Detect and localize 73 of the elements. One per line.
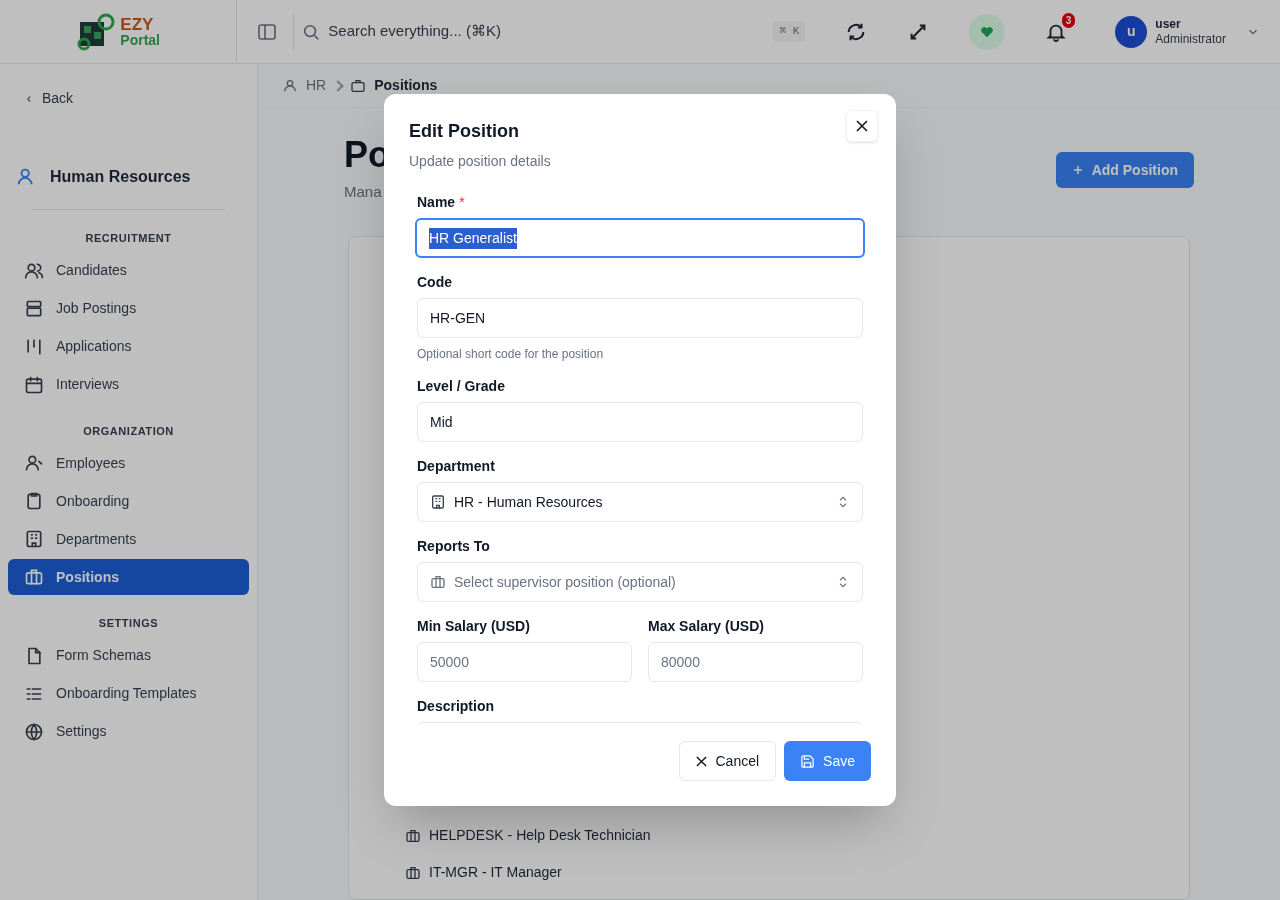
logo-subtext: Portal	[120, 33, 160, 47]
user-icon	[24, 453, 44, 473]
field-label: Code	[417, 273, 452, 292]
field-label: Level / Grade	[417, 377, 505, 396]
nav-item[interactable]: Onboarding Templates	[8, 675, 249, 712]
user-name: user	[1155, 16, 1182, 32]
health-button[interactable]	[969, 13, 1006, 50]
save-button[interactable]: Save	[784, 741, 871, 781]
position-item[interactable]: IT-MGR - IT Manager	[429, 862, 562, 883]
building-icon	[430, 494, 446, 510]
search-field[interactable]: Search everything... (⌘K) ⌘ K	[293, 13, 814, 50]
plus-icon	[1071, 164, 1084, 176]
nav-item[interactable]: Interviews	[8, 366, 249, 403]
nav-item[interactable]: Applications	[8, 328, 249, 365]
select-field[interactable]: Select supervisor position (optional)	[417, 562, 863, 602]
input-field[interactable]: HR-GEN	[417, 298, 863, 338]
nav-item[interactable]: Positions	[8, 559, 249, 595]
nav-item[interactable]: Job Postings	[8, 290, 249, 327]
close-icon	[856, 120, 868, 132]
shortcut-key: ⌘ K	[773, 21, 806, 42]
calendar-icon	[24, 374, 44, 395]
globe-icon	[24, 721, 44, 742]
breadcrumb-current: Positions	[374, 76, 438, 95]
clipboard-icon	[24, 491, 44, 511]
nav-item[interactable]: Employees	[8, 445, 249, 481]
input-field[interactable]: 50000	[417, 642, 632, 682]
nav-item[interactable]: Settings	[8, 713, 249, 750]
user-icon	[282, 77, 298, 94]
field-label: Name	[417, 193, 456, 212]
logo-text: EZY	[120, 16, 155, 33]
input-field[interactable]: HR Generalist	[415, 218, 865, 258]
section-heading: RECRUITMENT	[84, 231, 173, 246]
field-label: Department	[417, 457, 495, 476]
user-avatar[interactable]: u	[1115, 15, 1148, 48]
back-link[interactable]: Back	[8, 88, 249, 109]
field-label: Description	[417, 697, 494, 716]
field-label: Max Salary (USD)	[648, 617, 764, 636]
sidebar-toggle-icon[interactable]	[257, 21, 278, 42]
briefcase-icon	[24, 567, 44, 587]
field-label: Reports To	[417, 537, 490, 556]
field-label: Min Salary (USD)	[417, 617, 530, 636]
position-item[interactable]: HELPDESK - Help Desk Technician	[429, 825, 651, 846]
required-mark: *	[459, 193, 465, 212]
save-icon	[800, 753, 816, 769]
heart-icon	[980, 24, 995, 39]
breadcrumb-link[interactable]: HR	[306, 75, 327, 96]
search-icon	[302, 22, 321, 41]
logo-icon	[76, 11, 117, 52]
page-subtitle: Mana	[344, 182, 383, 202]
module-title: Human Resources	[50, 167, 191, 187]
building-icon	[24, 529, 44, 549]
dialog-subtitle: Update position details	[409, 152, 552, 171]
section-heading: SETTINGS	[97, 616, 160, 631]
briefcase-icon	[350, 77, 367, 94]
briefcase-icon	[430, 574, 446, 590]
close-button[interactable]	[846, 110, 878, 142]
briefcase-icon	[405, 827, 421, 844]
notification-count: 3	[1061, 12, 1076, 28]
briefcase-icon	[405, 864, 421, 881]
field-hint: Optional short code for the position	[417, 346, 605, 362]
stack-icon	[24, 298, 44, 319]
user-role: Administrator	[1155, 31, 1226, 47]
nav-item[interactable]: Form Schemas	[8, 637, 249, 674]
cancel-button[interactable]: Cancel	[679, 741, 777, 781]
input-field[interactable]: 80000	[648, 642, 863, 682]
select-field[interactable]: HR - Human Resources	[417, 482, 863, 522]
nav-item[interactable]: Onboarding	[8, 483, 249, 519]
input-field[interactable]: Mid	[417, 402, 863, 442]
section-heading: ORGANIZATION	[82, 423, 175, 439]
dialog-title: Edit Position	[409, 120, 520, 143]
close-icon	[696, 755, 708, 767]
nav-item[interactable]: Candidates	[8, 252, 249, 289]
nav-item[interactable]: Departments	[8, 521, 249, 557]
